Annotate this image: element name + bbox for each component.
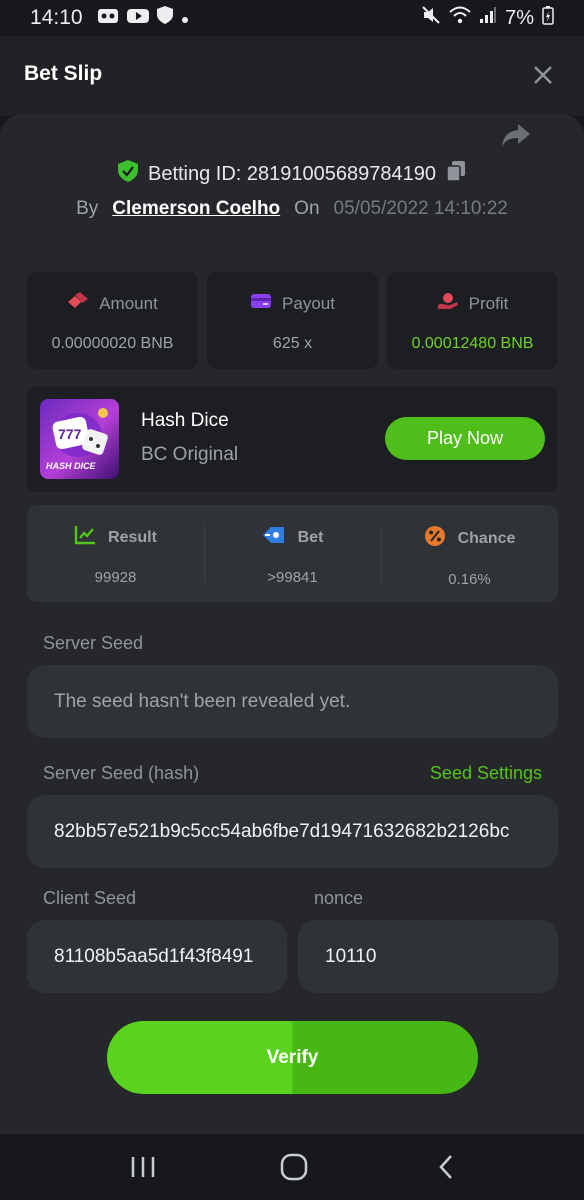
- payout-label: Payout: [282, 293, 335, 313]
- bet-icon: [262, 525, 286, 550]
- amount-value: 0.00000020 BNB: [51, 335, 174, 352]
- client-seed-label: Client Seed: [43, 888, 137, 908]
- chance-column: Chance 0.16%: [381, 505, 558, 602]
- percent-icon: [424, 525, 446, 552]
- profit-value: 0.00012480 BNB: [411, 335, 534, 352]
- battery-icon: [542, 5, 554, 31]
- server-seed-hash-label: Server Seed (hash): [43, 763, 200, 783]
- server-seed-field[interactable]: The seed hasn't been revealed yet.: [27, 665, 558, 738]
- betting-id-row: Betting ID: 28191005689784190: [0, 160, 584, 188]
- game-subtitle: BC Original: [141, 444, 239, 465]
- chance-value: 0.16%: [448, 571, 491, 588]
- result-label: Result: [108, 528, 157, 546]
- bet-value: >99841: [267, 569, 318, 586]
- result-value: 99928: [94, 569, 137, 586]
- chance-label: Chance: [457, 529, 516, 547]
- payout-value: 625 x: [272, 335, 313, 352]
- signal-icon: [479, 6, 497, 30]
- system-nav-bar: [0, 1134, 584, 1200]
- amount-label: Amount: [99, 293, 158, 313]
- bet-date: 05/05/2022 14:10:22: [333, 198, 508, 219]
- bet-slip-header: Bet Slip: [0, 36, 584, 116]
- mute-icon: [421, 5, 441, 31]
- play-now-button[interactable]: Play Now: [385, 417, 545, 460]
- page-title: Bet Slip: [24, 62, 103, 85]
- game-card: 777 HASH DICE Hash Dice BC Original Play…: [27, 386, 558, 492]
- nonce-label: nonce: [314, 888, 364, 908]
- client-seed-field[interactable]: 81108b5aa5d1f43f8491: [27, 920, 287, 993]
- by-row: By Clemerson Coelho On 05/05/2022 14:10:…: [0, 198, 584, 220]
- betting-id: Betting ID: 28191005689784190: [147, 162, 437, 185]
- back-icon[interactable]: [432, 1152, 462, 1182]
- profit-icon: [437, 292, 459, 315]
- verified-shield-icon: [117, 160, 138, 188]
- verify-button[interactable]: Verify: [107, 1021, 478, 1094]
- user-link[interactable]: Clemerson Coelho: [112, 198, 280, 220]
- profit-card: Profit 0.00012480 BNB: [387, 272, 558, 369]
- status-bar: 14:10 7%: [0, 0, 584, 36]
- thumbnail-title: HASH DICE: [46, 461, 96, 471]
- result-icon: [74, 525, 96, 550]
- by-label: By: [76, 198, 99, 219]
- profit-label: Profit: [468, 293, 509, 313]
- voicemail-icon: [97, 7, 119, 30]
- game-name: Hash Dice: [141, 410, 229, 431]
- hash-dice-thumbnail[interactable]: 777 HASH DICE: [40, 399, 119, 479]
- close-icon[interactable]: [528, 60, 558, 90]
- copy-icon[interactable]: [446, 160, 466, 188]
- home-icon[interactable]: [279, 1152, 309, 1182]
- bet-column: Bet >99841: [204, 505, 381, 602]
- payout-card: Payout 625 x: [207, 272, 378, 369]
- dot-icon: [181, 7, 189, 30]
- amount-icon: [67, 292, 89, 315]
- payout-icon: [250, 292, 272, 315]
- wifi-icon: [449, 6, 471, 30]
- recent-apps-icon[interactable]: [128, 1152, 158, 1182]
- battery-percent: 7%: [505, 6, 534, 29]
- status-time: 14:10: [30, 6, 83, 29]
- bet-label: Bet: [297, 528, 324, 546]
- share-icon[interactable]: [500, 122, 532, 150]
- result-column: Result 99928: [27, 505, 204, 602]
- seed-settings-link[interactable]: Seed Settings: [430, 763, 542, 784]
- server-seed-label: Server Seed: [43, 633, 144, 653]
- amount-card: Amount 0.00000020 BNB: [27, 272, 198, 369]
- shield-icon: [156, 6, 173, 30]
- server-seed-hash-field[interactable]: 82bb57e521b9c5cc54ab6fbe7d19471632682b21…: [27, 795, 558, 868]
- youtube-icon: [126, 7, 149, 30]
- on-label: On: [294, 198, 320, 219]
- result-card: Result 99928 Bet >99841 Chance 0.16%: [27, 505, 558, 602]
- nonce-field[interactable]: 10110: [298, 920, 558, 993]
- svg-text:777: 777: [58, 426, 82, 442]
